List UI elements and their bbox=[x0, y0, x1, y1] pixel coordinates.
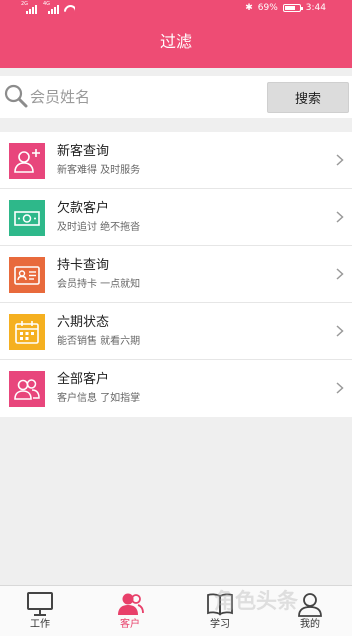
page-title: 过滤 bbox=[159, 32, 192, 51]
menu-item-all-customers[interactable]: 全部客户 客户信息 了如指掌 bbox=[0, 360, 352, 417]
search-bar: 搜索 bbox=[0, 76, 352, 118]
menu-item-subtitle: 新客难得 及时服务 bbox=[57, 165, 141, 176]
customers-icon bbox=[118, 593, 144, 615]
menu-item-card-query[interactable]: 持卡查询 会员持卡 一点就知 bbox=[0, 246, 352, 303]
id-card-icon bbox=[9, 257, 45, 293]
menu-item-debt-customer[interactable]: 欠款客户 及时追讨 绝不拖沓 bbox=[0, 189, 352, 246]
profile-icon bbox=[298, 593, 322, 617]
menu-item-title: 新客查询 bbox=[57, 144, 110, 159]
status-left: 2G 4G bbox=[21, 2, 75, 14]
add-user-icon bbox=[9, 143, 45, 179]
tab-label: 工作 bbox=[30, 619, 50, 630]
clock: 3:44 bbox=[305, 3, 326, 13]
status-bar: 2G 4G ✱ 69% 3:44 bbox=[0, 0, 352, 16]
status-right: ✱ 69% 3:44 bbox=[245, 2, 326, 14]
chevron-right-icon bbox=[336, 211, 344, 223]
chevron-right-icon bbox=[336, 382, 344, 394]
menu-item-subtitle: 客户信息 了如指掌 bbox=[57, 393, 141, 404]
menu-item-title: 全部客户 bbox=[57, 372, 110, 387]
bottom-tab-bar: 工作 客户 学习 我的 bbox=[0, 585, 352, 636]
chevron-right-icon bbox=[336, 154, 344, 166]
menu-item-title: 欠款客户 bbox=[57, 201, 110, 216]
menu-item-title: 持卡查询 bbox=[57, 258, 110, 273]
chevron-right-icon bbox=[336, 268, 344, 280]
tab-label: 学习 bbox=[210, 619, 230, 630]
signal-label: 2G bbox=[21, 1, 29, 7]
tab-customers[interactable]: 客户 bbox=[100, 586, 160, 636]
search-icon bbox=[4, 84, 28, 108]
users-icon bbox=[9, 371, 45, 407]
tab-work[interactable]: 工作 bbox=[10, 586, 70, 636]
menu-item-subtitle: 能否销售 就看六期 bbox=[57, 336, 141, 347]
menu-item-subtitle: 会员持卡 一点就知 bbox=[57, 279, 141, 290]
wifi-icon bbox=[64, 5, 75, 14]
battery-icon bbox=[282, 4, 303, 12]
tab-study[interactable]: 学习 bbox=[190, 586, 250, 636]
calendar-icon bbox=[9, 314, 45, 350]
tab-mine[interactable]: 我的 bbox=[280, 586, 340, 636]
book-icon bbox=[207, 593, 233, 616]
monitor-icon bbox=[27, 592, 53, 616]
tab-label: 客户 bbox=[120, 619, 140, 630]
filter-menu: 新客查询 新客难得 及时服务 欠款客户 及时追讨 绝不拖沓 持卡查询 会员持卡 … bbox=[0, 132, 352, 417]
tab-label: 我的 bbox=[300, 619, 320, 630]
banknote-icon bbox=[9, 200, 45, 236]
chevron-right-icon bbox=[336, 325, 344, 337]
search-input[interactable] bbox=[30, 85, 250, 109]
signal-icon: 2G bbox=[21, 2, 37, 14]
menu-item-six-period[interactable]: 六期状态 能否销售 就看六期 bbox=[0, 303, 352, 360]
search-button[interactable]: 搜索 bbox=[267, 82, 349, 113]
bluetooth-icon: ✱ bbox=[245, 3, 253, 13]
menu-item-title: 六期状态 bbox=[57, 315, 110, 330]
signal-icon-2: 4G bbox=[43, 2, 59, 14]
menu-item-subtitle: 及时追讨 绝不拖沓 bbox=[57, 222, 141, 233]
menu-item-new-customer[interactable]: 新客查询 新客难得 及时服务 bbox=[0, 132, 352, 189]
battery-percent: 69% bbox=[257, 3, 278, 13]
signal-label-2: 4G bbox=[43, 1, 51, 7]
title-bar: 过滤 bbox=[0, 16, 352, 68]
